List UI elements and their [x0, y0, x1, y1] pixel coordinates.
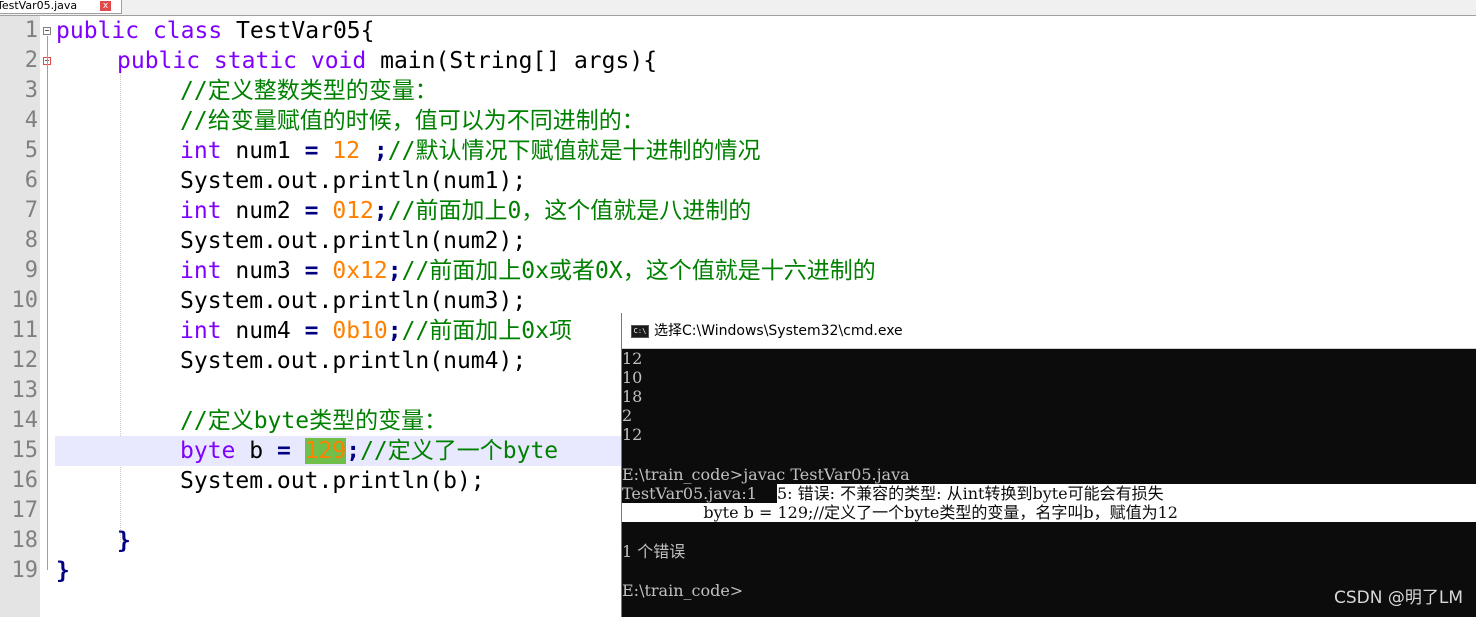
- console-line-selected: 5: 错误: 不兼容的类型: 从int转换到byte可能会有损失: [777, 484, 1164, 503]
- line-number: 2: [24, 48, 38, 73]
- code-line-8: 8 System.out.println(num2);: [0, 226, 1476, 256]
- code-text: int num4 = 0b10;//前面加上0x项: [180, 318, 572, 344]
- code-line-5: 5 int num1 = 12 ;//默认情况下赋值就是十进制的情况: [0, 136, 1476, 166]
- code-text: System.out.println(num3);: [180, 288, 527, 314]
- console-line: 12: [622, 425, 643, 444]
- line-number: 6: [24, 168, 38, 193]
- line-number: 13: [11, 378, 39, 403]
- line-number: 12: [11, 348, 39, 373]
- line-number: 9: [24, 258, 38, 283]
- line-number: 17: [11, 498, 39, 523]
- console-line: TestVar05.java:1: [622, 484, 757, 503]
- code-line-4: 4 //给变量赋值的时候，值可以为不同进制的：: [0, 106, 1476, 136]
- line-number: 7: [24, 198, 38, 223]
- line-number: 3: [24, 78, 38, 103]
- code-text: public class TestVar05{: [56, 18, 375, 44]
- line-number: 10: [11, 288, 39, 313]
- cmd-titlebar[interactable]: C:\ 选择C:\Windows\System32\cmd.exe: [622, 313, 1476, 349]
- editor-tab-strip: TestVar05.java x: [0, 0, 1476, 16]
- code-text: System.out.println(num2);: [180, 228, 527, 254]
- line-number: 8: [24, 228, 38, 253]
- console-line: 1 个错误: [622, 542, 686, 561]
- cmd-console-output[interactable]: 12 10 18 2 12 E:\train_code>javac TestVa…: [622, 349, 1476, 617]
- code-line-1: 1 public class TestVar05{: [0, 16, 1476, 46]
- code-text: }: [56, 558, 70, 584]
- code-comment: //给变量赋值的时候，值可以为不同进制的：: [180, 108, 645, 134]
- code-text: public static void main(String[] args){: [117, 48, 658, 74]
- code-line-2: 2 public static void main(String[] args)…: [0, 46, 1476, 76]
- cmd-window[interactable]: C:\ 选择C:\Windows\System32\cmd.exe 12 10 …: [621, 313, 1476, 617]
- code-text: int num3 = 0x12;//前面加上0x或者0X，这个值就是十六进制的: [180, 258, 876, 284]
- console-line: 12: [622, 349, 643, 368]
- line-number: 14: [11, 408, 39, 433]
- line-number: 18: [11, 528, 39, 553]
- tab-label: TestVar05.java: [0, 0, 78, 12]
- cmd-app-icon: C:\: [631, 325, 649, 338]
- line-number: 15: [11, 438, 39, 463]
- console-line-selected: byte b = 129;//定义了一个byte类型的变量，名字叫b，赋值为12: [622, 503, 1178, 522]
- console-line: 10: [622, 368, 643, 387]
- line-number: 4: [24, 108, 38, 133]
- code-text: System.out.println(b);: [180, 468, 485, 494]
- cmd-title: 选择C:\Windows\System32\cmd.exe: [654, 323, 903, 339]
- line-number: 16: [11, 468, 39, 493]
- code-comment: //定义整数类型的变量：: [180, 78, 438, 104]
- code-line-7: 7 int num2 = 012;//前面加上0，这个值就是八进制的: [0, 196, 1476, 226]
- line-number: 11: [11, 318, 39, 343]
- console-line: E:\train_code>javac TestVar05.java: [622, 465, 910, 484]
- code-line-3: 3 //定义整数类型的变量：: [0, 76, 1476, 106]
- code-line-10: 10 System.out.println(num3);: [0, 286, 1476, 316]
- console-line: 18: [622, 387, 643, 406]
- selected-text: 129: [304, 438, 347, 464]
- line-number: 5: [24, 138, 38, 163]
- close-icon[interactable]: x: [100, 1, 111, 11]
- code-text: byte b = 129;//定义了一个byte: [180, 438, 559, 464]
- code-text: int num1 = 12 ;//默认情况下赋值就是十进制的情况: [180, 138, 761, 164]
- code-text: int num2 = 012;//前面加上0，这个值就是八进制的: [180, 198, 752, 224]
- console-line: 2: [622, 406, 633, 425]
- line-number: 19: [11, 558, 39, 583]
- code-line-6: 6 System.out.println(num1);: [0, 166, 1476, 196]
- tab-testvar05[interactable]: TestVar05.java x: [0, 0, 122, 14]
- code-text: }: [117, 528, 131, 554]
- console-prompt: E:\train_code>: [622, 581, 744, 600]
- code-text: System.out.println(num4);: [180, 348, 527, 374]
- watermark: CSDN @明了LM: [1333, 588, 1463, 608]
- line-number: 1: [24, 18, 38, 43]
- code-text: System.out.println(num1);: [180, 168, 527, 194]
- code-comment: //定义byte类型的变量：: [180, 408, 448, 434]
- code-line-9: 9 int num3 = 0x12;//前面加上0x或者0X，这个值就是十六进制…: [0, 256, 1476, 286]
